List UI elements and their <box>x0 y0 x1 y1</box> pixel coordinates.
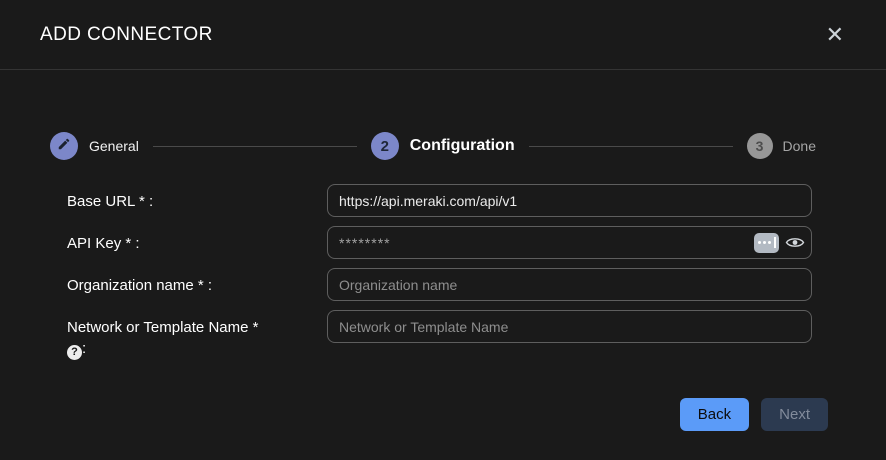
dialog-footer: Back Next <box>0 398 828 431</box>
network-label-colon: : <box>82 340 86 357</box>
step-done-circle: 3 <box>747 133 773 159</box>
form-row-organization: Organization name * : <box>67 268 886 301</box>
eye-icon[interactable] <box>785 235 805 250</box>
base-url-field-wrap <box>327 184 812 217</box>
dialog-title: ADD CONNECTOR <box>40 24 213 46</box>
password-manager-icon[interactable] <box>754 233 779 253</box>
organization-field-wrap <box>327 268 812 301</box>
step-done: 3 Done <box>747 133 816 159</box>
base-url-input[interactable] <box>339 193 805 209</box>
step-general-circle <box>50 132 78 160</box>
step-general-label: General <box>89 138 139 154</box>
connector-form: Base URL * : API Key * : <box>67 184 886 369</box>
step-done-label: Done <box>783 138 816 154</box>
next-button[interactable]: Next <box>761 398 828 431</box>
organization-label: Organization name * : <box>67 268 327 301</box>
step-configuration-label: Configuration <box>410 137 515 155</box>
form-row-api-key: API Key * : <box>67 226 886 259</box>
dialog-header: ADD CONNECTOR ✕ <box>0 0 886 70</box>
step-configuration-circle: 2 <box>371 132 399 160</box>
stepper-connector <box>153 146 357 147</box>
form-row-network: Network or Template Name * ?: <box>67 310 886 360</box>
pencil-icon <box>57 137 71 156</box>
close-icon[interactable]: ✕ <box>822 22 848 48</box>
form-row-base-url: Base URL * : <box>67 184 886 217</box>
organization-input[interactable] <box>339 277 805 293</box>
network-input[interactable] <box>339 319 805 335</box>
stepper-connector <box>529 146 733 147</box>
back-button[interactable]: Back <box>680 398 749 431</box>
api-key-icons <box>754 233 805 253</box>
help-icon[interactable]: ? <box>67 345 82 360</box>
api-key-field-wrap <box>327 226 812 259</box>
add-connector-dialog: ADD CONNECTOR ✕ General 2 Configuration … <box>0 0 886 460</box>
step-general: General <box>50 132 139 160</box>
network-label-text: Network or Template Name * <box>67 319 258 336</box>
stepper: General 2 Configuration 3 Done <box>50 132 816 160</box>
network-label: Network or Template Name * ?: <box>67 310 327 360</box>
base-url-label: Base URL * : <box>67 184 327 217</box>
step-configuration: 2 Configuration <box>371 132 515 160</box>
network-field-wrap <box>327 310 812 343</box>
api-key-label: API Key * : <box>67 226 327 259</box>
api-key-input[interactable] <box>339 235 754 251</box>
